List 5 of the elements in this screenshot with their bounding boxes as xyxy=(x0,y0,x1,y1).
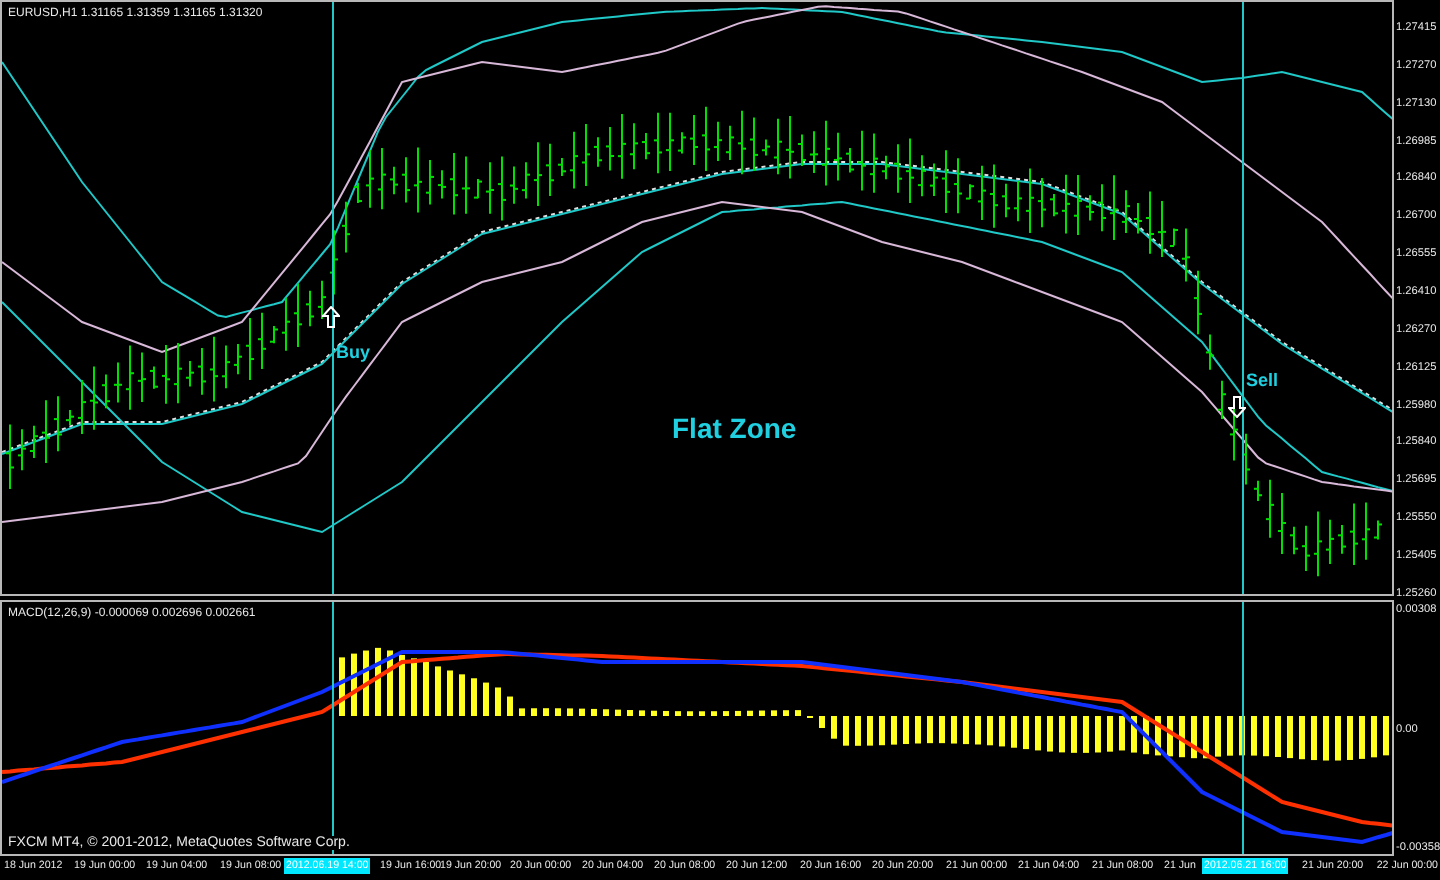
chart-annotation: Flat Zone xyxy=(672,412,797,444)
chart-annotation: Buy xyxy=(336,342,371,362)
chart-annotation: Sell xyxy=(1246,370,1279,390)
down-arrow-icon xyxy=(1228,396,1246,418)
up-arrow-icon xyxy=(322,306,340,328)
